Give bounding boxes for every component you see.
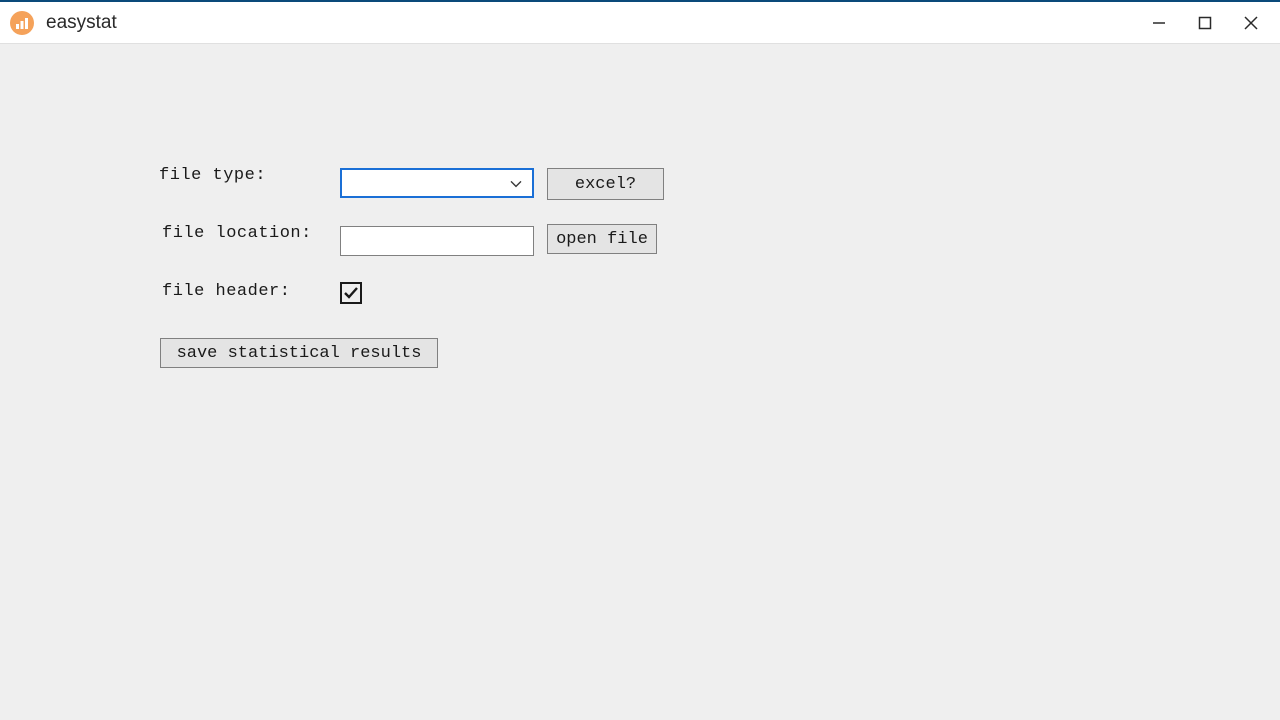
client-area: file type: excel? file location: open fi… [0,44,1280,720]
window-controls [1136,2,1274,44]
titlebar: easystat [0,2,1280,44]
maximize-button[interactable] [1182,2,1228,44]
close-button[interactable] [1228,2,1274,44]
file-location-label: file location: [162,224,312,243]
excel-button[interactable]: excel? [547,168,664,200]
file-type-label: file type: [159,166,266,185]
chevron-down-icon [510,175,522,194]
check-icon [343,285,359,301]
file-location-input[interactable] [340,226,534,256]
save-results-button[interactable]: save statistical results [160,338,438,368]
app-title: easystat [46,12,117,34]
minimize-button[interactable] [1136,2,1182,44]
file-header-label: file header: [162,282,290,301]
file-type-combobox[interactable] [340,168,534,198]
app-icon [10,11,34,35]
open-file-button[interactable]: open file [547,224,657,254]
file-header-checkbox[interactable] [340,282,362,304]
